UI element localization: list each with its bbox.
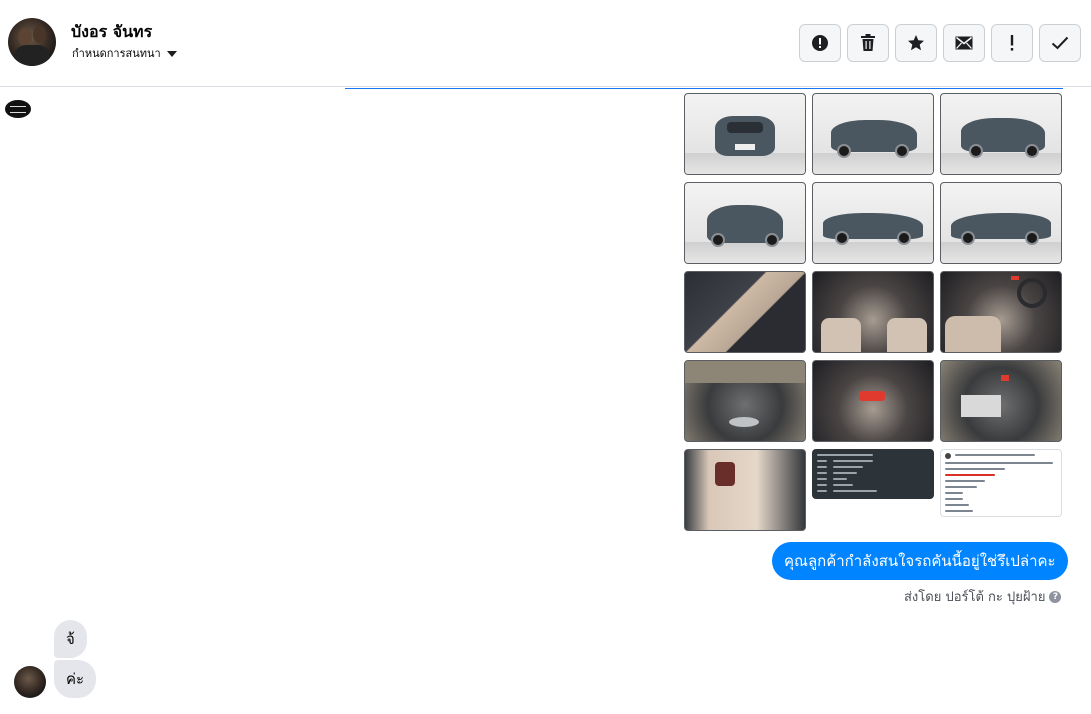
envelope-icon	[955, 36, 973, 50]
incoming-message-bubble[interactable]: จ้	[54, 620, 87, 658]
car-photo-front-side[interactable]	[812, 93, 934, 175]
sent-by-text: ส่งโดย ปอร์โต้ กะ ปุยฝ้าย	[904, 590, 1046, 605]
sent-by-label: ส่งโดย ปอร์โต้ กะ ปุยฝ้าย ?	[904, 586, 1062, 607]
interior-photo-console[interactable]	[940, 271, 1062, 353]
star-button[interactable]	[895, 24, 937, 62]
sender-avatar[interactable]	[14, 666, 46, 698]
assign-conversation-label: กำหนดการสนทนา	[72, 47, 161, 60]
engine-closeup-photo[interactable]	[940, 360, 1062, 442]
car-photo-rear[interactable]	[684, 182, 806, 264]
outgoing-message-bubble[interactable]: คุณลูกค้ากำลังสนใจรถคันนี้อยู่ใช่รึเปล่า…	[772, 542, 1068, 580]
engine-bay-photo[interactable]	[684, 360, 806, 442]
rear-seats-photo[interactable]	[684, 449, 806, 531]
incoming-message-bubble[interactable]: ค่ะ	[54, 660, 97, 698]
mark-important-button[interactable]	[991, 24, 1033, 62]
report-spam-button[interactable]	[799, 24, 841, 62]
check-icon	[1051, 36, 1069, 50]
car-photo-side-left[interactable]	[940, 182, 1062, 264]
assign-conversation-dropdown[interactable]: กำหนดการสนทนา	[72, 44, 177, 62]
car-photo-side[interactable]	[812, 182, 934, 264]
help-icon[interactable]: ?	[1049, 590, 1062, 603]
interior-photo-dashboard[interactable]	[812, 271, 934, 353]
interior-photo-gauges[interactable]	[812, 360, 934, 442]
mark-unread-button[interactable]	[943, 24, 985, 62]
contact-avatar[interactable]	[8, 18, 56, 66]
conversation-header: บังอร จันทร กำหนดการสนทนา	[0, 0, 1091, 87]
page-logo-icon	[5, 100, 31, 118]
message-divider	[345, 88, 1063, 89]
alert-circle-icon	[812, 35, 828, 51]
exclamation-icon	[1010, 35, 1014, 51]
trash-icon	[861, 34, 875, 51]
interior-photo-door[interactable]	[684, 271, 806, 353]
contact-name[interactable]: บังอร จันทร	[71, 20, 152, 45]
car-photo-rear-side[interactable]	[940, 93, 1062, 175]
delete-button[interactable]	[847, 24, 889, 62]
document-screenshot-light[interactable]	[940, 449, 1062, 517]
star-icon	[908, 35, 924, 51]
mark-done-button[interactable]	[1039, 24, 1081, 62]
caret-down-icon	[166, 50, 177, 57]
document-screenshot-dark[interactable]	[812, 449, 934, 499]
car-photo-front[interactable]	[684, 93, 806, 175]
